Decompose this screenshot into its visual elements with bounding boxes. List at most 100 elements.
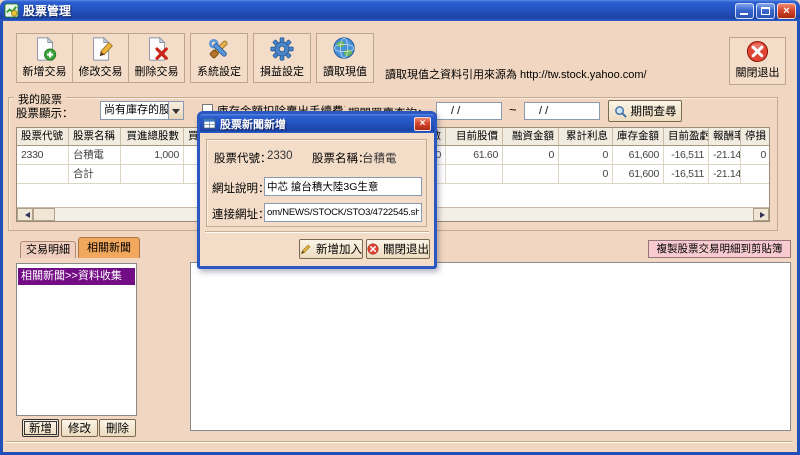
bottom-divider: [6, 441, 793, 443]
column-header[interactable]: 股票代號: [17, 128, 69, 146]
doc-delete-icon: [148, 36, 168, 61]
table-cell: 61,600: [613, 165, 664, 184]
window-border-left: [0, 21, 3, 455]
table-cell: -21.14%: [709, 165, 741, 184]
news-add-button[interactable]: 新增: [22, 419, 59, 437]
date-to-input[interactable]: [524, 102, 600, 120]
tab-transaction-detail[interactable]: 交易明細: [20, 241, 76, 258]
read-current-value-button[interactable]: 讀取現值: [316, 33, 374, 83]
toolbar-button-label: 刪除交易: [134, 66, 179, 78]
column-header[interactable]: 目前股價: [446, 128, 503, 146]
table-cell: 0: [559, 165, 613, 184]
column-header[interactable]: 累計利息: [559, 128, 613, 146]
my-stocks-group-title: 我的股票: [14, 91, 66, 107]
table-cell: 0: [503, 146, 559, 165]
close-button[interactable]: ×: [777, 2, 796, 19]
window-title: 股票管理: [23, 4, 72, 18]
maximize-button[interactable]: [756, 2, 775, 19]
gear-icon: [270, 37, 294, 61]
close-icon: ×: [419, 117, 426, 129]
copy-to-clipboard-button[interactable]: 複製股票交易明細到剪貼簿: [648, 240, 791, 258]
toolbar-button-label: 關閉退出: [735, 67, 780, 79]
column-header[interactable]: 目前盈虧: [664, 128, 709, 146]
dialog-add-label: 新增加入: [316, 244, 362, 256]
doc-plus-icon: [36, 36, 56, 61]
table-cell: 2330: [17, 146, 69, 165]
table-cell: 台積電: [69, 146, 121, 165]
add-transaction-button[interactable]: 新增交易: [16, 33, 73, 83]
stock-display-label: 股票顯示：: [16, 108, 74, 120]
dialog-body: 股票代號： 2330 股票名稱： 台積電 網址說明： 連接網址： 新增加入 關閉…: [200, 133, 434, 266]
stock-name-label: 股票名稱：: [312, 153, 370, 165]
table-cell: -16,511: [664, 146, 709, 165]
url-desc-label: 網址說明：: [212, 183, 270, 195]
delete-transaction-button[interactable]: 刪除交易: [128, 33, 185, 83]
column-header[interactable]: 融資金額: [503, 128, 559, 146]
dialog-close-label: 關閉退出: [383, 244, 429, 256]
close-icon: ×: [783, 4, 790, 17]
window-controls: ×: [735, 2, 796, 19]
dialog-close-button[interactable]: ×: [414, 116, 431, 131]
news-delete-button[interactable]: 刪除: [99, 419, 136, 437]
search-icon: [614, 105, 627, 118]
stock-news-add-dialog: 股票新聞新增 × 股票代號： 2330 股票名稱： 台積電 網址說明： 連接網址…: [197, 111, 437, 269]
link-url-input[interactable]: [264, 203, 422, 222]
table-cell: [121, 165, 184, 184]
column-header[interactable]: 庫存金額: [613, 128, 664, 146]
stock-name-value: 台積電: [362, 153, 397, 165]
period-search-button[interactable]: 期間查尋: [608, 100, 682, 122]
table-cell: [503, 165, 559, 184]
date-from-input[interactable]: [436, 102, 502, 120]
title-bar: 股票管理 ×: [0, 0, 800, 21]
table-cell: 0: [559, 146, 613, 165]
profit-loss-settings-button[interactable]: 損益設定: [253, 33, 311, 83]
pencil-icon: [300, 244, 311, 255]
app-icon: [4, 3, 19, 18]
news-content-panel[interactable]: [190, 262, 791, 431]
stock-display-combobox[interactable]: 尚有庫存的股票: [100, 101, 184, 120]
stock-display-value: 尚有庫存的股票: [104, 104, 168, 116]
system-settings-button[interactable]: 系統設定: [190, 33, 248, 83]
toolbar-button-label: 損益設定: [260, 66, 304, 78]
url-desc-input[interactable]: [264, 177, 422, 196]
column-header[interactable]: 報酬率: [709, 128, 741, 146]
red-close-icon: [746, 40, 769, 63]
data-source-note: 讀取現值之資料引用來源為 http://tw.stock.yahoo.com/: [385, 69, 647, 81]
table-cell: [741, 165, 769, 184]
arrow-left-icon: [22, 212, 30, 218]
table-cell: 61.60: [446, 146, 503, 165]
news-edit-button[interactable]: 修改: [61, 419, 98, 437]
close-exit-button[interactable]: 關閉退出: [729, 37, 786, 85]
toolbar-button-label: 讀取現值: [323, 66, 367, 78]
tools-icon: [209, 39, 228, 59]
column-header[interactable]: 買進總股數: [121, 128, 184, 146]
table-cell: 合計: [69, 165, 121, 184]
dialog-divider: [205, 231, 429, 233]
news-list-selected-item[interactable]: 相關新聞>>資料收集: [18, 268, 135, 285]
stock-code-value: 2330: [267, 150, 293, 162]
table-cell: 61,600: [613, 146, 664, 165]
dialog-add-button[interactable]: 新增加入: [299, 239, 363, 259]
globe-icon: [333, 37, 355, 59]
dialog-close-exit-button[interactable]: 關閉退出: [366, 239, 430, 259]
app-window: 股票管理 × 新增交易 修改交易 刪除交易 系統設定 損益設定 讀取現值 讀取現…: [0, 0, 800, 455]
table-cell: 0: [741, 146, 769, 165]
tab-related-news[interactable]: 相關新聞: [78, 237, 140, 258]
dialog-title-bar: 股票新聞新增 ×: [200, 114, 434, 133]
column-header[interactable]: 停損: [741, 128, 769, 146]
stock-code-label: 股票代號：: [214, 153, 272, 165]
scrollbar-thumb[interactable]: [33, 208, 55, 221]
combo-dropdown-button[interactable]: [168, 102, 183, 119]
modify-transaction-button[interactable]: 修改交易: [72, 33, 129, 83]
maximize-icon: [761, 6, 770, 15]
table-cell: [446, 165, 503, 184]
scroll-right-button[interactable]: [753, 208, 769, 221]
minimize-icon: [740, 12, 748, 15]
toolbar-button-label: 系統設定: [197, 66, 241, 78]
news-listbox[interactable]: 相關新聞>>資料收集: [16, 263, 137, 416]
table-cell: [17, 165, 69, 184]
date-range-separator: ~: [509, 102, 517, 117]
scroll-left-button[interactable]: [17, 208, 33, 221]
column-header[interactable]: 股票名稱: [69, 128, 121, 146]
minimize-button[interactable]: [735, 2, 754, 19]
